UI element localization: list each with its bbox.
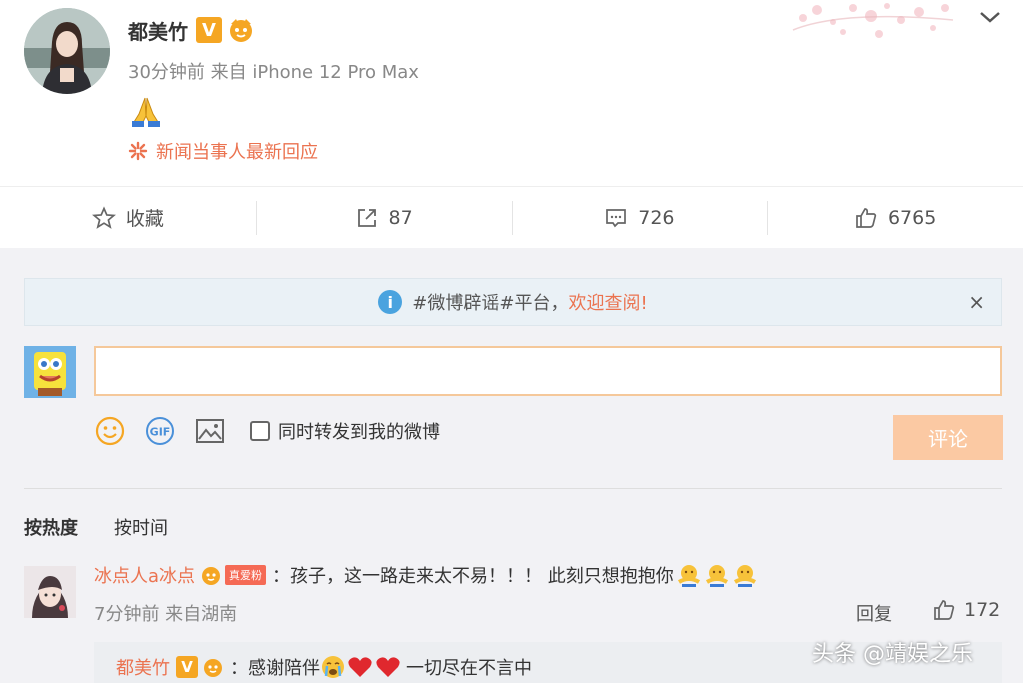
comment-input[interactable] — [94, 346, 1002, 396]
reply-author-name[interactable]: 都美竹 — [116, 654, 170, 680]
author-row: 都美竹 V — [128, 12, 256, 48]
commenter-avatar[interactable] — [24, 566, 76, 618]
sort-by-time-tab[interactable]: 按时间 — [114, 514, 168, 540]
share-icon — [357, 208, 376, 227]
reply-text-part1: ：感谢陪伴 — [230, 658, 320, 679]
fan-tag: 真爱粉 — [225, 565, 267, 585]
news-link[interactable]: 新闻当事人最新回应 — [128, 138, 318, 164]
svg-text:GIF: GIF — [150, 426, 171, 439]
divider — [24, 488, 1002, 489]
post-action-bar: 收藏 87 726 6765 — [0, 186, 1023, 248]
reply-text-part2: 一切尽在不言中 — [406, 658, 532, 679]
repost-count: 87 — [388, 206, 413, 229]
heart-icon — [348, 657, 372, 677]
like-button[interactable]: 6765 — [767, 187, 1023, 248]
star-icon — [91, 205, 116, 229]
comment-icon — [606, 208, 627, 227]
watermark: 头条 @靖娱之乐 — [812, 642, 973, 667]
comment-text: ：孩子，这一路走来太不易！！！ 此刻只想抱抱你 — [272, 566, 674, 587]
thumbs-up-icon — [856, 207, 877, 228]
news-star-icon — [128, 141, 148, 161]
author-name[interactable]: 都美竹 — [128, 16, 188, 45]
rumor-notice-banner: i #微博辟谣#平台， 欢迎查阅! × — [24, 278, 1002, 326]
verified-badge-icon: V — [196, 17, 222, 43]
favorite-label: 收藏 — [125, 208, 164, 230]
cherry-blossom-decoration — [792, 3, 954, 38]
verified-badge-icon: V — [176, 656, 198, 678]
notice-text[interactable]: #微博辟谣#平台， — [412, 289, 568, 315]
hug-emoji-icon — [677, 565, 700, 587]
comment-line: 冰点人a冰点 真爱粉 ：孩子，这一路走来太不易！！！ 此刻只想抱抱你 — [94, 560, 758, 590]
comment-button[interactable]: 726 — [511, 187, 768, 248]
image-icon[interactable] — [194, 415, 226, 447]
favorite-button[interactable]: 收藏 — [0, 187, 256, 248]
checkbox-box[interactable] — [250, 421, 270, 441]
folded-hands-icon — [132, 97, 160, 127]
post-card: 都美竹 V 30分钟前 来自 iPhone 12 Pro Max 新闻当事人最新… — [0, 0, 1023, 186]
crying-emoji-icon — [322, 656, 344, 678]
comment-count: 726 — [638, 206, 675, 229]
hug-emoji-icon — [705, 565, 728, 587]
composer-toolbar: GIF 同时转发到我的微博 — [94, 414, 440, 448]
news-link-label: 新闻当事人最新回应 — [156, 142, 318, 163]
gif-icon[interactable]: GIF — [144, 415, 176, 447]
emoji-icon[interactable] — [94, 415, 126, 447]
comment-like-count: 172 — [964, 599, 1001, 621]
repost-button[interactable]: 87 — [255, 187, 512, 248]
like-count: 6765 — [887, 206, 937, 229]
hug-emoji-icon — [733, 565, 756, 587]
comment-meta: 7分钟前 来自湖南 — [94, 604, 238, 625]
thumbs-up-icon — [934, 600, 955, 620]
fan-badge-icon — [204, 659, 222, 677]
chevron-down-icon[interactable] — [977, 6, 1003, 28]
notice-link[interactable]: 欢迎查阅! — [568, 289, 647, 315]
submit-comment-button[interactable]: 评论 — [893, 415, 1003, 460]
reply-line: 都美竹 V ：感谢陪伴 一切尽在不言中 — [116, 654, 532, 680]
fan-badge-icon — [230, 19, 252, 42]
comment-sort-tabs: 按热度 按时间 — [24, 514, 168, 540]
author-avatar[interactable] — [24, 8, 110, 94]
sort-by-hot-tab[interactable]: 按热度 — [24, 514, 78, 540]
my-avatar[interactable] — [24, 346, 76, 398]
repost-check-label: 同时转发到我的微博 — [278, 422, 440, 443]
info-icon: i — [378, 290, 403, 314]
comment-like-button[interactable]: 172 — [932, 598, 1000, 622]
heart-icon — [376, 657, 400, 677]
repost-checkbox[interactable]: 同时转发到我的微博 — [250, 418, 440, 444]
post-meta: 30分钟前 来自 iPhone 12 Pro Max — [128, 62, 419, 83]
fan-badge-icon — [202, 567, 221, 585]
commenter-name[interactable]: 冰点人a冰点 — [94, 562, 195, 588]
reply-button[interactable]: 回复 — [856, 600, 892, 626]
close-icon[interactable]: × — [968, 290, 985, 314]
